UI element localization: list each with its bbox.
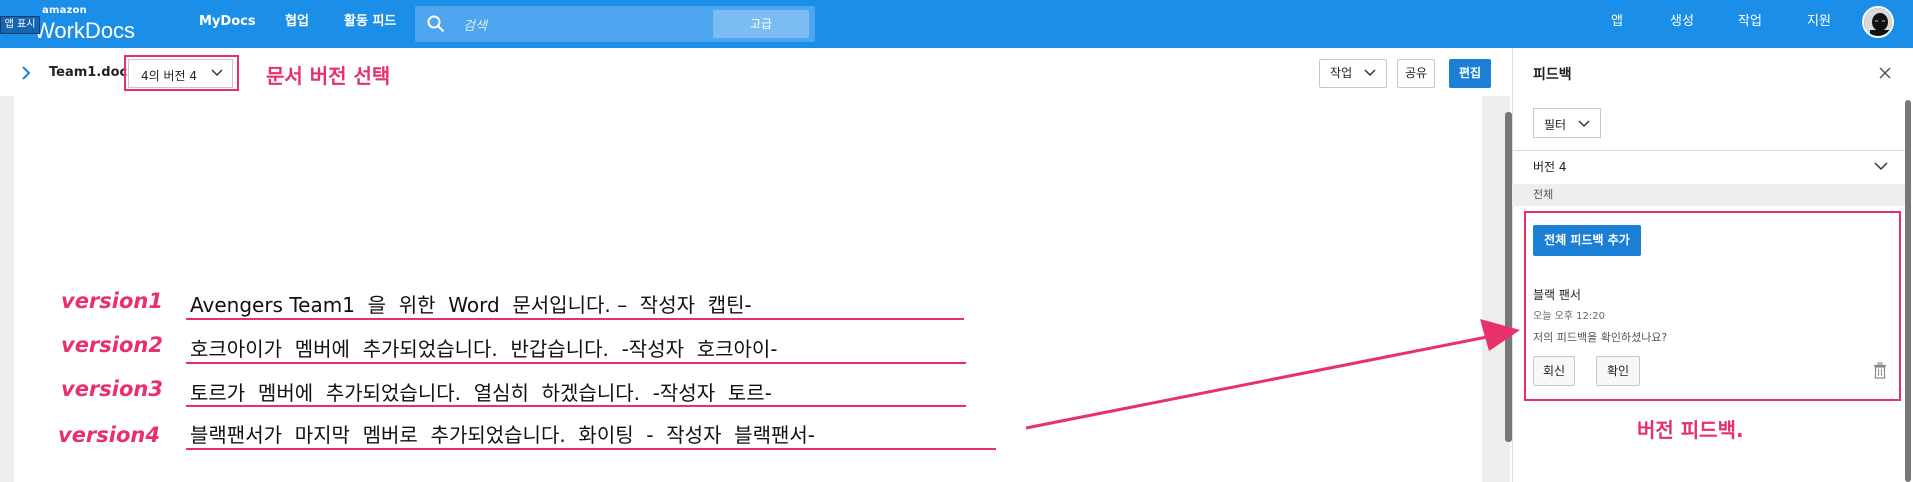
version-label: version1: [61, 289, 163, 313]
document-left-gutter: [0, 96, 14, 482]
user-avatar[interactable]: [1862, 6, 1894, 38]
annotation-version-select: 문서 버전 선택: [266, 64, 391, 88]
edit-button[interactable]: 편집: [1449, 59, 1491, 88]
filter-label: 필터: [1544, 118, 1567, 132]
nav-tasks[interactable]: 작업: [1738, 0, 1762, 48]
chevron-down-icon: [1578, 120, 1590, 128]
annotation-underline: [186, 362, 966, 364]
comment-author: 블랙 팬서: [1533, 288, 1581, 302]
chevron-down-icon: [1364, 69, 1376, 77]
nav-collaboration[interactable]: 협업: [285, 0, 309, 48]
confirm-button[interactable]: 확인: [1596, 356, 1640, 386]
version-label: version4: [58, 423, 160, 447]
work-button[interactable]: 작업: [1319, 59, 1387, 88]
annotation-underline: [186, 318, 964, 320]
comment-time: 오늘 오후 12:20: [1533, 311, 1605, 322]
version-label: version3: [61, 377, 163, 401]
close-icon[interactable]: [1878, 66, 1892, 80]
panel-title: 피드백: [1533, 67, 1572, 83]
filter-select[interactable]: 필터: [1533, 108, 1601, 138]
document-name: Team1.docx: [49, 65, 136, 80]
annotation-highlight-version-select: [124, 55, 239, 91]
advanced-search-button[interactable]: 고급: [713, 10, 809, 38]
document-scrollbar[interactable]: [1505, 112, 1512, 442]
add-feedback-button[interactable]: 전체 피드백 추가: [1533, 225, 1641, 256]
search-icon: [427, 15, 445, 33]
panel-scrollbar[interactable]: [1905, 100, 1911, 482]
avatar-image: [1864, 8, 1892, 36]
reply-button[interactable]: 회신: [1533, 356, 1575, 386]
version-label: version2: [61, 333, 163, 357]
share-button[interactable]: 공유: [1397, 59, 1435, 88]
work-button-label: 작업: [1330, 66, 1353, 80]
trash-icon[interactable]: [1873, 362, 1887, 379]
logo-amazon-text: amazon: [42, 5, 87, 16]
top-bar: amazon WorkDocs 앱 표시 MyDocs 협업 활동 피드 검색 …: [0, 0, 1913, 48]
nav-create[interactable]: 생성: [1670, 0, 1694, 48]
workdocs-window: amazon WorkDocs 앱 표시 MyDocs 협업 활동 피드 검색 …: [0, 0, 1913, 482]
search-input[interactable]: 검색: [463, 15, 487, 34]
expand-sidebar-icon[interactable]: [20, 66, 32, 80]
all-section-header: [1512, 184, 1905, 206]
annotation-feedback: 버전 피드백.: [1637, 418, 1744, 442]
nav-mydocs[interactable]: MyDocs: [199, 0, 256, 48]
show-apps-button[interactable]: 앱 표시: [0, 16, 40, 34]
all-label: 전체: [1533, 188, 1554, 201]
document-line: 호크아이가 멤버에 추가되었습니다. 반갑습니다. -작성자 호크아이-: [190, 337, 778, 361]
nav-support[interactable]: 지원: [1807, 0, 1831, 48]
divider: [1512, 150, 1905, 151]
chevron-down-icon[interactable]: [1874, 162, 1888, 171]
nav-apps[interactable]: 앱: [1611, 0, 1623, 48]
document-line: 토르가 멤버에 추가되었습니다. 열심히 하겠습니다. -작성자 토르-: [190, 381, 772, 405]
document-line: 블랙팬서가 마지막 멤버로 추가되었습니다. 화이팅 - 작성자 블랙팬서-: [190, 423, 815, 447]
nav-activity-feed[interactable]: 활동 피드: [344, 0, 396, 48]
search-bar[interactable]: 검색 고급: [415, 6, 815, 42]
comment-text: 저의 피드백을 확인하셨나요?: [1533, 331, 1668, 344]
annotation-underline: [186, 405, 966, 407]
document-line: Avengers Team1 을 위한 Word 문서입니다. – 작성자 캡틴…: [190, 293, 752, 317]
annotation-underline: [186, 448, 996, 450]
version-section-label[interactable]: 버전 4: [1533, 158, 1567, 175]
logo-workdocs-text: WorkDocs: [34, 18, 136, 43]
